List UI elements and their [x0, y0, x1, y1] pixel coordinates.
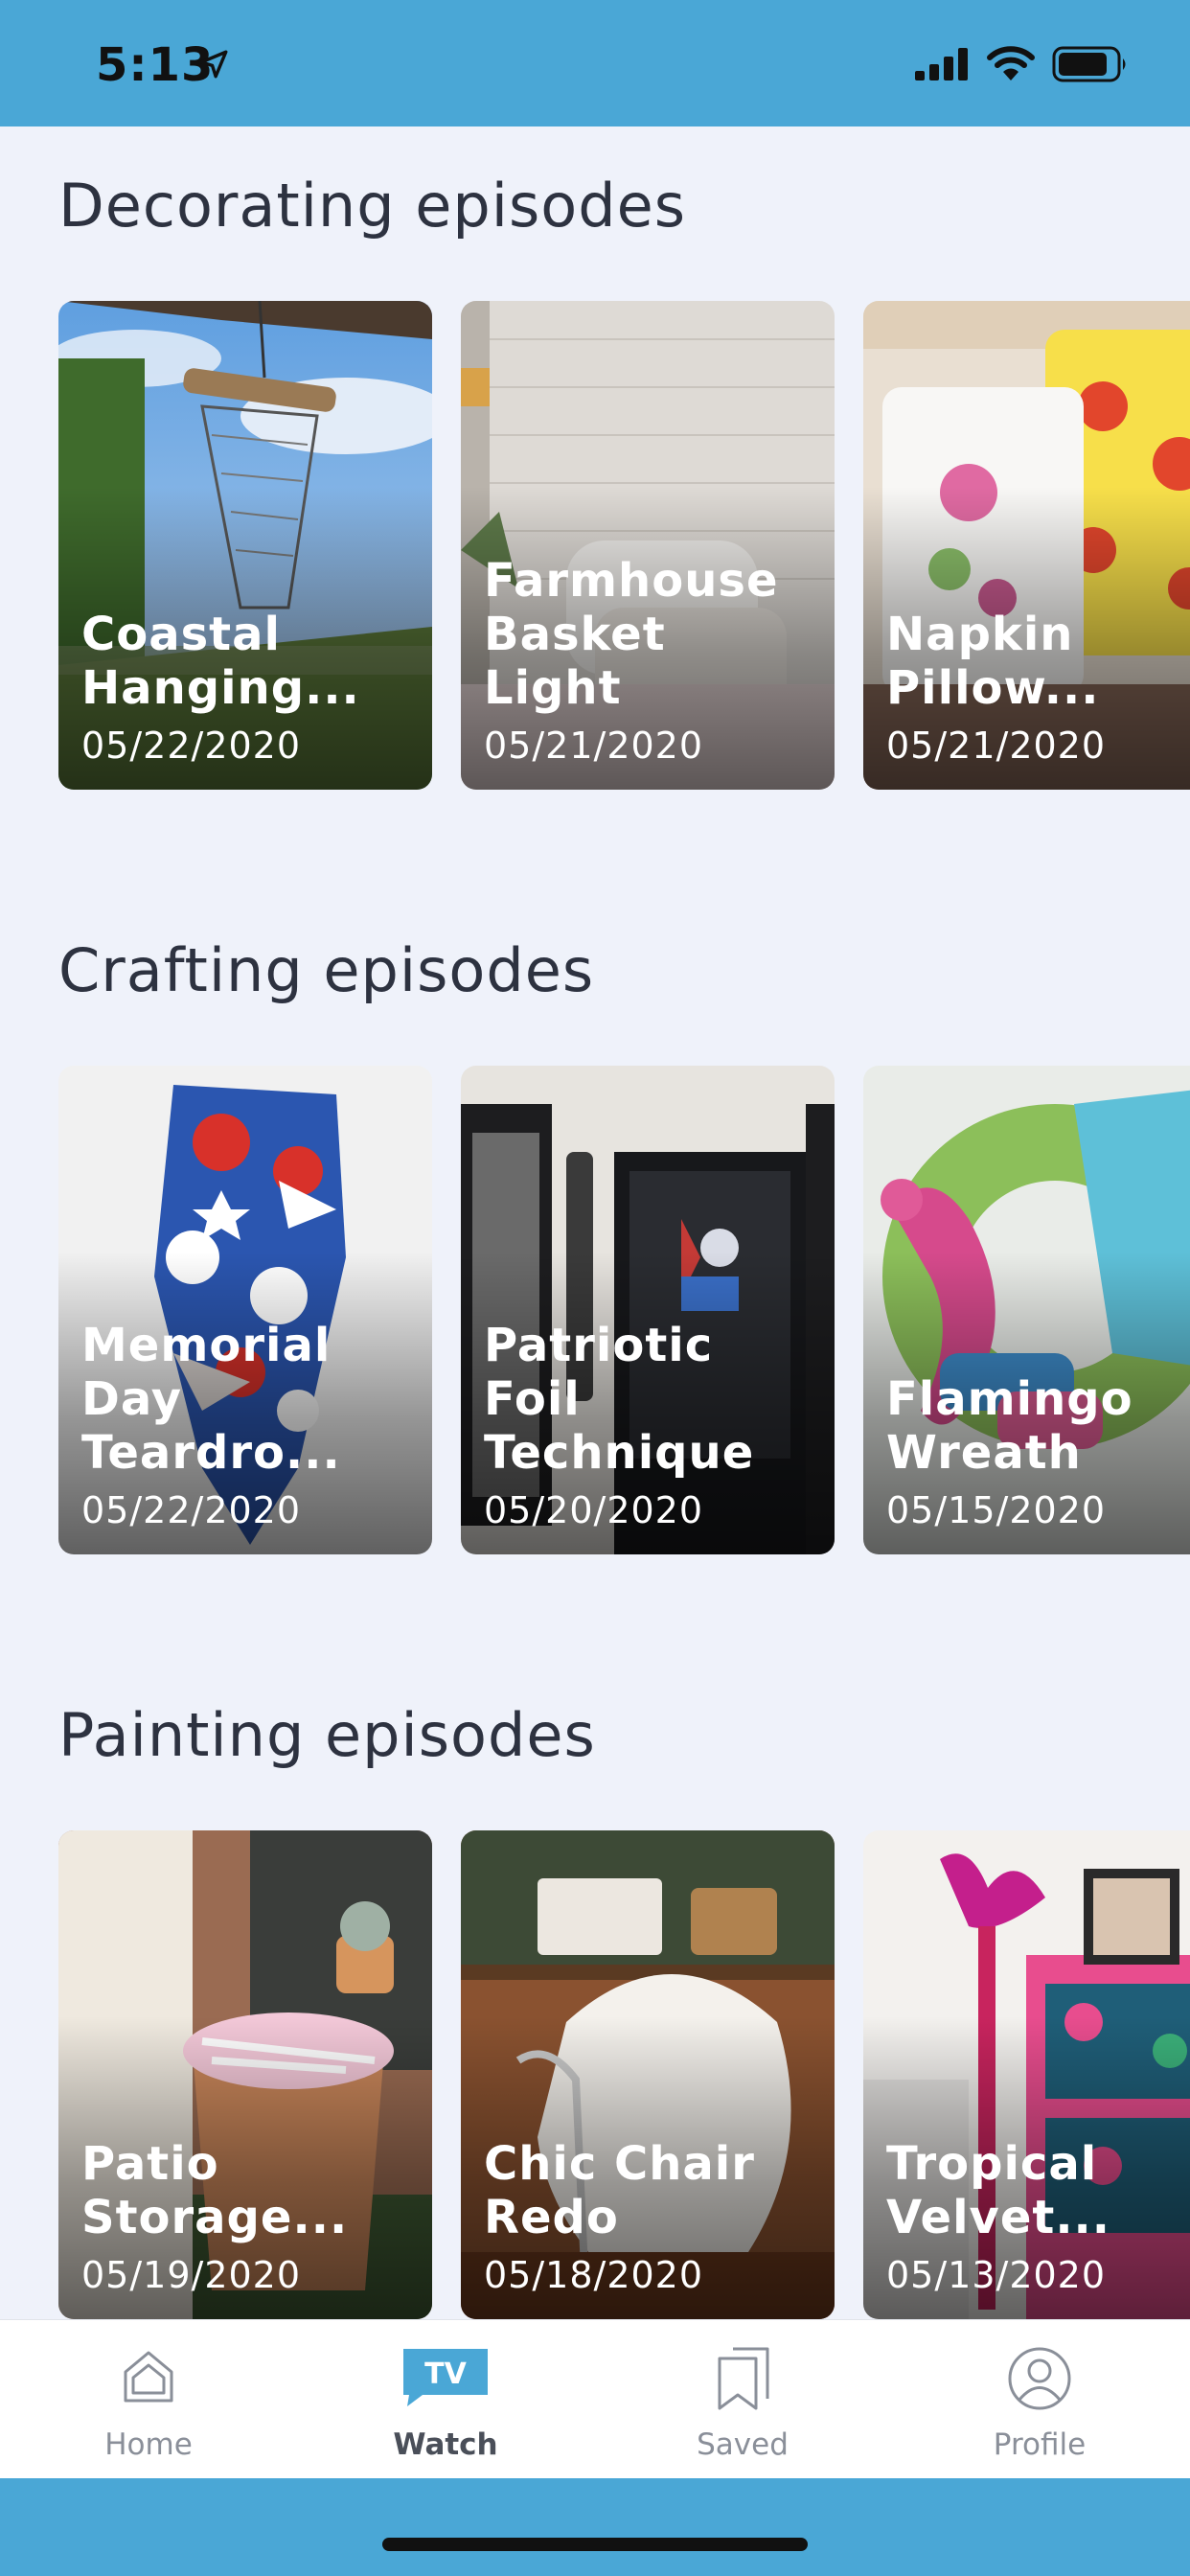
episode-carousel[interactable]: Memorial Day Teardro... 05/22/2020 Patri…: [58, 1066, 1190, 1554]
cellular-signal-icon: [915, 48, 969, 84]
episode-title: Patio Storage...: [81, 2137, 349, 2244]
section-title: Painting episodes: [58, 1700, 596, 1770]
tab-label: Watch: [393, 2427, 498, 2462]
episode-card[interactable]: Chic Chair Redo 05/18/2020: [461, 1830, 835, 2319]
episode-date: 05/22/2020: [81, 1489, 302, 1531]
episode-date: 05/13/2020: [886, 2254, 1107, 2296]
episode-title: Farmhouse Basket Light: [484, 554, 779, 715]
episode-title: Coastal Hanging...: [81, 608, 360, 715]
episode-card[interactable]: Memorial Day Teardro... 05/22/2020: [58, 1066, 432, 1554]
episode-carousel[interactable]: Patio Storage... 05/19/2020 Chic Chair R…: [58, 1830, 1190, 2319]
episode-card[interactable]: Coastal Hanging... 05/22/2020: [58, 301, 432, 790]
location-arrow-icon: [197, 48, 230, 84]
tab-label: Profile: [993, 2427, 1087, 2462]
status-bar: 5:13: [0, 0, 1190, 126]
wifi-icon: [987, 44, 1035, 86]
episode-card[interactable]: Farmhouse Basket Light 05/21/2020: [461, 301, 835, 790]
home-icon: [118, 2345, 179, 2410]
home-indicator[interactable]: [382, 2538, 808, 2551]
profile-icon: [1006, 2345, 1073, 2416]
episode-title: Flamingo Wreath: [886, 1372, 1133, 1480]
episode-date: 05/18/2020: [484, 2254, 704, 2296]
episode-card[interactable]: Tropical Velvet... 05/13/2020: [863, 1830, 1190, 2319]
tv-badge-text: TV: [424, 2358, 467, 2391]
episode-title: Chic Chair Redo: [484, 2137, 755, 2244]
episode-title: Memorial Day Teardro...: [81, 1319, 341, 1480]
episode-date: 05/22/2020: [81, 724, 302, 767]
tv-icon: TV: [400, 2345, 492, 2412]
episode-date: 05/19/2020: [81, 2254, 302, 2296]
bottom-tab-bar: Home TV Watch Saved Profile: [0, 2319, 1190, 2478]
tab-label: Home: [104, 2427, 193, 2462]
status-time: 5:13: [96, 38, 215, 92]
tab-home[interactable]: Home: [0, 2320, 297, 2479]
episode-date: 05/21/2020: [886, 724, 1107, 767]
episode-date: 05/15/2020: [886, 1489, 1107, 1531]
episode-title: Patriotic Foil Technique: [484, 1319, 755, 1480]
episode-title: Tropical Velvet...: [886, 2137, 1111, 2244]
section-title: Decorating episodes: [58, 171, 687, 241]
tab-watch[interactable]: TV Watch: [297, 2320, 594, 2479]
episode-date: 05/20/2020: [484, 1489, 704, 1531]
battery-icon: [1052, 46, 1129, 86]
episode-card[interactable]: Napkin Pillow... 05/21/2020: [863, 301, 1190, 790]
tab-label: Saved: [697, 2427, 789, 2462]
home-indicator-bar: [0, 2478, 1190, 2576]
bookmark-icon: [712, 2345, 773, 2416]
episode-carousel[interactable]: Coastal Hanging... 05/22/2020 Farmhouse …: [58, 301, 1190, 790]
tab-saved[interactable]: Saved: [594, 2320, 891, 2479]
episode-card[interactable]: Patio Storage... 05/19/2020: [58, 1830, 432, 2319]
episode-card[interactable]: Patriotic Foil Technique 05/20/2020: [461, 1066, 835, 1554]
section-title: Crafting episodes: [58, 935, 595, 1005]
episode-title: Napkin Pillow...: [886, 608, 1100, 715]
episode-date: 05/21/2020: [484, 724, 704, 767]
episode-card[interactable]: Flamingo Wreath 05/15/2020: [863, 1066, 1190, 1554]
tab-profile[interactable]: Profile: [891, 2320, 1188, 2479]
episodes-feed[interactable]: Decorating episodes Coastal Hanging... 0…: [0, 126, 1190, 2319]
